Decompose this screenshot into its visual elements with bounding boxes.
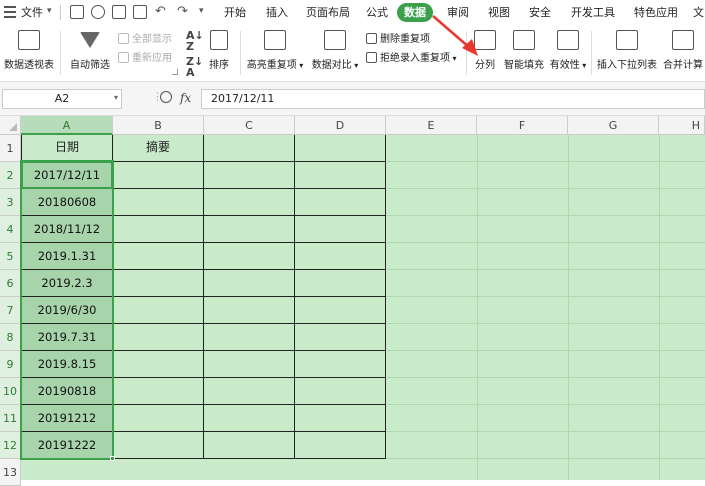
annotation-arrow-icon bbox=[432, 15, 478, 56]
